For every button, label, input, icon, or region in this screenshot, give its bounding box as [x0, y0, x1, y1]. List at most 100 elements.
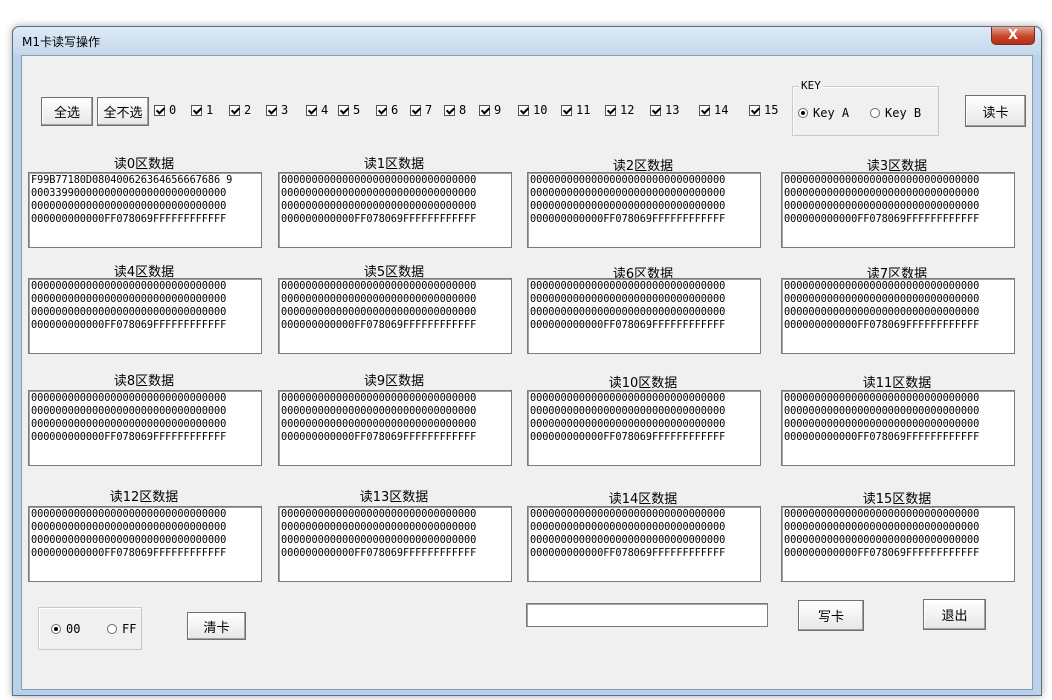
sector-data-line: 000000000000FF078069FFFFFFFFFFFF	[31, 547, 227, 559]
sector-11-data-textbox[interactable]: 00000000000000000000000000000000 00000000…	[781, 390, 1015, 466]
checkmark-icon	[518, 104, 529, 116]
sector-data-line: 00000000000000000000000000000000	[530, 534, 726, 546]
sector-checkbox-2[interactable]: 2	[229, 103, 251, 117]
sector-checkbox-label: 0	[169, 103, 177, 117]
sector-12-label: 读12区数据	[109, 490, 179, 505]
sector-checkbox-9[interactable]: 9	[479, 103, 501, 117]
sector-checkbox-3[interactable]: 3	[266, 103, 288, 117]
sector-data-line: 00000000000000000000000000000000	[281, 508, 477, 520]
sector-4-data-textbox[interactable]: 00000000000000000000000000000000 00000000…	[28, 278, 262, 354]
key-group-label: KEY	[799, 79, 823, 92]
sector-12-data-textbox[interactable]: 00000000000000000000000000000000 00000000…	[28, 506, 262, 582]
sector-checkbox-label: 12	[620, 103, 635, 117]
sector-0-data-textbox[interactable]: F99B77180D080400626364656667686 9 0003399…	[28, 172, 262, 248]
sector-checkbox-12[interactable]: 12	[605, 103, 634, 117]
sector-data-line: 00000000000000000000000000000000	[530, 280, 726, 292]
checkmark-icon	[479, 104, 490, 116]
sector-checkbox-7[interactable]: 7	[410, 103, 432, 117]
sector-9-label: 读9区数据	[363, 374, 425, 389]
sector-data-line: 00000000000000000000000000000000	[784, 187, 980, 199]
key-a-radio-dot	[798, 108, 808, 118]
sector-0-label: 读0区数据	[113, 157, 175, 172]
select-none-button[interactable]: 全不选	[97, 97, 149, 126]
sector-13-label: 读13区数据	[359, 490, 429, 505]
sector-3-data-textbox[interactable]: 00000000000000000000000000000000 00000000…	[781, 172, 1015, 248]
sector-data-line: 000000000000FF078069FFFFFFFFFFFF	[31, 213, 227, 225]
sector-checkbox-10[interactable]: 10	[518, 103, 547, 117]
close-button[interactable]: X	[991, 27, 1035, 45]
sector-2-data-textbox[interactable]: 00000000000000000000000000000000 00000000…	[527, 172, 761, 248]
fill-ff-radio[interactable]: FF	[107, 622, 136, 636]
sector-checkbox-8[interactable]: 8	[444, 103, 466, 117]
select-all-button[interactable]: 全选	[41, 97, 93, 126]
sector-data-line: 000000000000FF078069FFFFFFFFFFFF	[281, 431, 477, 443]
sector-data-line: 000000000000FF078069FFFFFFFFFFFF	[530, 213, 726, 225]
fill-value-group: 00 FF	[38, 607, 142, 650]
sector-data-line: 00000000000000000000000000000000	[281, 293, 477, 305]
title-bar: M1卡读写操作 X	[13, 27, 1041, 55]
sector-5-data-textbox[interactable]: 00000000000000000000000000000000 00000000…	[278, 278, 512, 354]
checkmark-icon	[650, 104, 661, 116]
sector-checkbox-label: 1	[206, 103, 214, 117]
exit-button[interactable]: 退出	[923, 599, 986, 630]
sector-8-data-textbox[interactable]: 00000000000000000000000000000000 00000000…	[28, 390, 262, 466]
key-b-label: Key B	[885, 106, 922, 120]
sector-checkbox-0[interactable]: 0	[154, 103, 176, 117]
fill-ff-label: FF	[122, 622, 137, 636]
sector-checkbox-14[interactable]: 14	[699, 103, 728, 117]
sector-data-line: 00000000000000000000000000000000	[530, 187, 726, 199]
sector-data-line: F99B77180D080400626364656667686 9	[31, 174, 233, 186]
checkmark-icon	[191, 104, 202, 116]
key-a-radio[interactable]: Key A	[798, 106, 849, 120]
sector-checkbox-11[interactable]: 11	[561, 103, 590, 117]
sector-data-line: 00000000000000000000000000000000	[281, 534, 477, 546]
sector-data-line: 00000000000000000000000000000000	[31, 521, 227, 533]
sector-checkbox-15[interactable]: 15	[749, 103, 778, 117]
sector-data-line: 00000000000000000000000000000000	[31, 306, 227, 318]
sector-data-line: 00000000000000000000000000000000	[530, 508, 726, 520]
sector-data-line: 00000000000000000000000000000000	[281, 392, 477, 404]
clear-card-button[interactable]: 清卡	[187, 612, 246, 640]
sector-data-line: 00000000000000000000000000000000	[31, 405, 227, 417]
checkmark-icon	[266, 104, 277, 116]
sector-checkbox-4[interactable]: 4	[306, 103, 328, 117]
sector-checkbox-label: 5	[353, 103, 361, 117]
write-data-input[interactable]	[526, 603, 768, 627]
sector-data-line: 00000000000000000000000000000000	[784, 280, 980, 292]
sector-data-line: 00000000000000000000000000000000	[281, 187, 477, 199]
sector-checkbox-label: 7	[425, 103, 433, 117]
checkmark-icon	[699, 104, 710, 116]
sector-15-label: 读15区数据	[862, 492, 932, 507]
read-card-button[interactable]: 读卡	[965, 95, 1026, 127]
sector-6-data-textbox[interactable]: 00000000000000000000000000000000 00000000…	[527, 278, 761, 354]
sector-checkbox-13[interactable]: 13	[650, 103, 679, 117]
sector-10-data-textbox[interactable]: 00000000000000000000000000000000 00000000…	[527, 390, 761, 466]
fill-00-label: 00	[66, 622, 81, 636]
checkmark-icon	[338, 104, 349, 116]
client-area: 全选 全不选 0 1 2 3 4 5 6 7 8 9 10 11 12 13 14 15 KEY Key A …	[21, 55, 1033, 690]
checkmark-icon	[376, 104, 387, 116]
sector-checkbox-6[interactable]: 6	[376, 103, 398, 117]
sector-data-line: 00000000000000000000000000000000	[784, 306, 980, 318]
sector-data-line: 000000000000FF078069FFFFFFFFFFFF	[784, 319, 980, 331]
key-b-radio[interactable]: Key B	[870, 106, 921, 120]
sector-1-data-textbox[interactable]: 00000000000000000000000000000000 00000000…	[278, 172, 512, 248]
sector-15-data-textbox[interactable]: 00000000000000000000000000000000 00000000…	[781, 506, 1015, 582]
sector-data-line: 00000000000000000000000000000000	[31, 534, 227, 546]
sector-checkbox-5[interactable]: 5	[338, 103, 360, 117]
sector-data-line: 00000000000000000000000000000000	[784, 392, 980, 404]
sector-13-data-textbox[interactable]: 00000000000000000000000000000000 00000000…	[278, 506, 512, 582]
checkmark-icon	[154, 104, 165, 116]
sector-14-data-textbox[interactable]: 00000000000000000000000000000000 00000000…	[527, 506, 761, 582]
sector-7-data-textbox[interactable]: 00000000000000000000000000000000 00000000…	[781, 278, 1015, 354]
sector-checkbox-label: 13	[665, 103, 680, 117]
write-card-button[interactable]: 写卡	[798, 600, 864, 631]
sector-data-line: 00000000000000000000000000000000	[784, 200, 980, 212]
fill-00-radio[interactable]: 00	[51, 622, 80, 636]
sector-data-line: 000000000000FF078069FFFFFFFFFFFF	[281, 319, 477, 331]
sector-checkbox-1[interactable]: 1	[191, 103, 213, 117]
sector-data-line: 00000000000000000000000000000000	[784, 174, 980, 186]
checkmark-icon	[410, 104, 421, 116]
sector-checkbox-label: 15	[764, 103, 779, 117]
sector-9-data-textbox[interactable]: 00000000000000000000000000000000 00000000…	[278, 390, 512, 466]
